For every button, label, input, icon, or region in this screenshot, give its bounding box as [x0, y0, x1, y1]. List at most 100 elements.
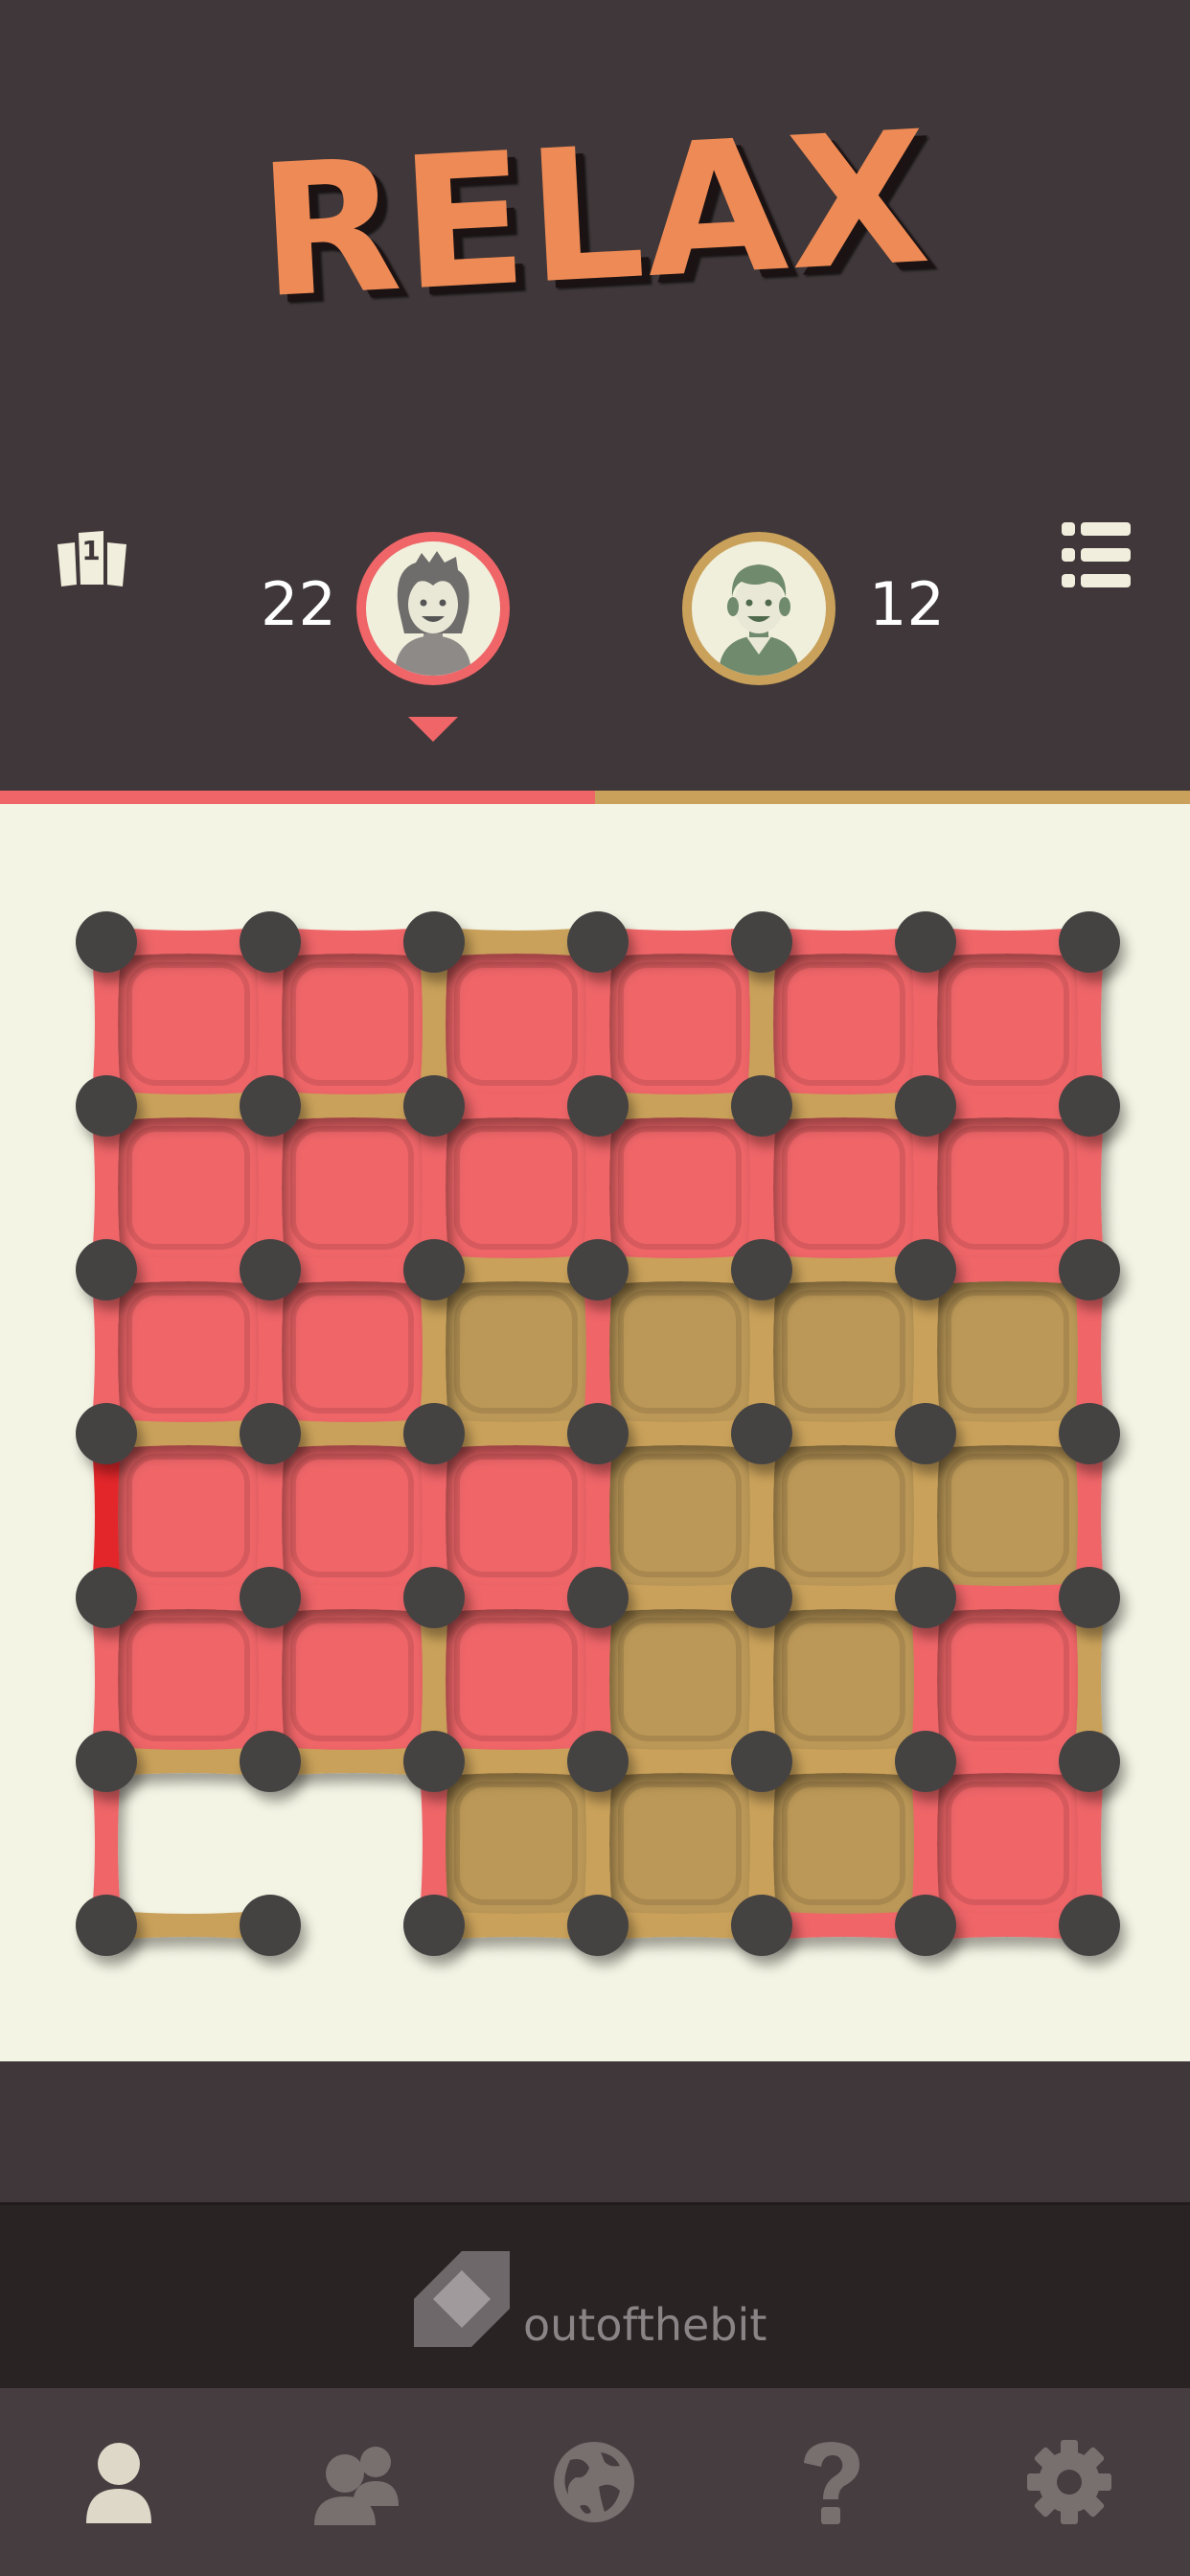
board-dot — [403, 911, 465, 973]
board-dot — [567, 1731, 629, 1792]
box-inner — [290, 962, 414, 1086]
board-dot — [1059, 1731, 1120, 1792]
box-inner — [782, 1618, 905, 1741]
board-dot — [1059, 1075, 1120, 1137]
box-inner — [618, 962, 742, 1086]
box-inner — [618, 1782, 742, 1905]
tab-multiplayer[interactable] — [238, 2388, 475, 2576]
game-title: RELAX — [254, 91, 936, 339]
box-inner — [290, 1126, 414, 1250]
board-dot — [731, 1075, 792, 1137]
board-dot — [895, 1731, 956, 1792]
box-inner — [290, 1290, 414, 1414]
board-dot — [76, 911, 137, 973]
board-dot — [403, 1239, 465, 1300]
board-dot — [1059, 1895, 1120, 1956]
board-dot — [403, 1075, 465, 1137]
brand-footer: outofthebit — [0, 2202, 1190, 2391]
player1-avatar[interactable] — [356, 532, 510, 685]
board-dot — [240, 911, 301, 973]
board-dot — [1059, 1239, 1120, 1300]
board-dot — [567, 1075, 629, 1137]
board-dot — [895, 911, 956, 973]
box-inner — [126, 962, 250, 1086]
board-dot — [76, 1567, 137, 1628]
box-inner — [946, 1290, 1069, 1414]
board-dot — [76, 1239, 137, 1300]
board-dot — [895, 1239, 956, 1300]
board-dot — [731, 911, 792, 973]
board-dot — [240, 1567, 301, 1628]
box-inner — [782, 1782, 905, 1905]
settings-icon — [1027, 2440, 1111, 2524]
box-inner — [454, 1618, 578, 1741]
box-inner — [618, 1290, 742, 1414]
board-dot — [403, 1403, 465, 1464]
board-dot — [895, 1403, 956, 1464]
box-inner — [290, 1454, 414, 1577]
multiplayer-icon — [314, 2447, 399, 2525]
board-dot — [567, 1403, 629, 1464]
board-dot — [240, 1239, 301, 1300]
board-dot — [731, 1895, 792, 1956]
board-dot — [76, 1731, 137, 1792]
board-dot — [240, 1403, 301, 1464]
player1-score: 22 — [261, 569, 336, 639]
board-dot — [731, 1239, 792, 1300]
box-inner — [782, 1290, 905, 1414]
tab-single-player[interactable] — [0, 2388, 238, 2576]
outofthebit-logo-icon — [414, 2251, 510, 2347]
game-board[interactable] — [0, 804, 1190, 2061]
box-inner — [454, 962, 578, 1086]
box-inner — [454, 1126, 578, 1250]
board-dot — [1059, 1567, 1120, 1628]
globe-icon — [554, 2442, 634, 2522]
board-dot — [567, 1239, 629, 1300]
boy-avatar-icon — [719, 564, 799, 676]
board-dot — [1059, 911, 1120, 973]
box-inner — [782, 1126, 905, 1250]
board-dot — [731, 1731, 792, 1792]
board-dot — [567, 1895, 629, 1956]
box-inner — [454, 1290, 578, 1414]
active-turn-indicator — [408, 717, 458, 742]
board-dot — [403, 1731, 465, 1792]
board-dot — [76, 1403, 137, 1464]
box-inner — [126, 1618, 250, 1741]
board-dot — [567, 1567, 629, 1628]
box-inner — [126, 1290, 250, 1414]
board-dot — [403, 1567, 465, 1628]
leaderboard-button[interactable]: 1 — [56, 518, 132, 594]
tab-help[interactable] — [713, 2388, 950, 2576]
brand-name: outofthebit — [523, 2299, 767, 2351]
board-dot — [240, 1075, 301, 1137]
board-dot — [731, 1567, 792, 1628]
tab-settings[interactable] — [950, 2388, 1188, 2576]
box-inner — [454, 1782, 578, 1905]
box-inner — [618, 1126, 742, 1250]
help-icon — [804, 2442, 859, 2524]
menu-button[interactable] — [1062, 522, 1131, 587]
box-inner — [618, 1454, 742, 1577]
player2-avatar[interactable] — [682, 532, 835, 685]
box-inner — [126, 1454, 250, 1577]
board-dot — [240, 1731, 301, 1792]
list-icon — [1062, 522, 1131, 587]
board-area — [0, 804, 1190, 2061]
box-inner — [454, 1454, 578, 1577]
box-inner — [946, 1454, 1069, 1577]
tab-online[interactable] — [475, 2388, 713, 2576]
box-inner — [946, 962, 1069, 1086]
box-inner — [618, 1618, 742, 1741]
board-dot — [895, 1567, 956, 1628]
board-dot — [240, 1895, 301, 1956]
box-inner — [782, 1454, 905, 1577]
board-dot — [403, 1895, 465, 1956]
box-inner — [946, 1126, 1069, 1250]
player2-score: 12 — [869, 569, 945, 639]
board-dot — [567, 911, 629, 973]
svg-text:1: 1 — [81, 535, 100, 566]
board-dot — [76, 1075, 137, 1137]
brand-logo[interactable]: outofthebit — [414, 2251, 767, 2351]
box-inner — [946, 1618, 1069, 1741]
